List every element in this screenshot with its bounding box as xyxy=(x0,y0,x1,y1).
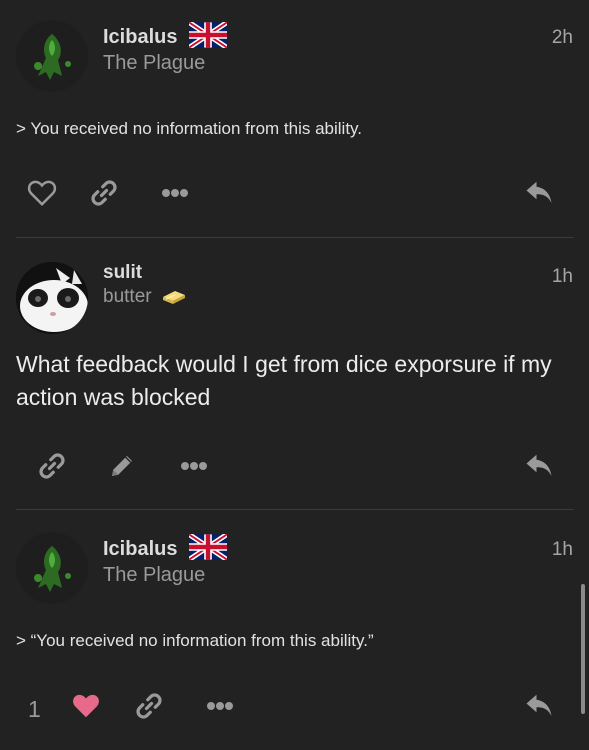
post-2: sulit butter 1h What feedback would I ge… xyxy=(0,238,589,510)
reply-button[interactable] xyxy=(517,684,561,728)
post-content: What feedback would I get from dice expo… xyxy=(16,351,552,410)
post-content: > “You received no information from this… xyxy=(16,631,374,650)
scrollbar[interactable] xyxy=(581,584,585,714)
heart-filled-icon xyxy=(73,694,99,718)
post-time[interactable]: 1h xyxy=(552,266,573,288)
more-options-button[interactable] xyxy=(198,684,242,728)
share-link-button[interactable] xyxy=(30,444,74,488)
more-dots-icon xyxy=(207,702,233,710)
reply-icon xyxy=(526,454,552,476)
user-title-text: butter xyxy=(103,286,152,307)
like-button[interactable] xyxy=(64,684,108,728)
share-link-button[interactable] xyxy=(82,171,126,215)
avatar[interactable] xyxy=(16,262,88,334)
username-text[interactable]: Icibalus xyxy=(103,538,177,560)
username-text[interactable]: Icibalus xyxy=(103,26,177,48)
like-button[interactable] xyxy=(20,171,64,215)
avatar[interactable] xyxy=(16,532,88,604)
reply-button[interactable] xyxy=(517,444,561,488)
butter-icon xyxy=(162,291,185,304)
user-title: butter xyxy=(103,286,187,308)
post-time[interactable]: 2h xyxy=(552,27,573,49)
uk-flag-icon xyxy=(189,534,228,560)
post-content: > You received no information from this … xyxy=(16,119,363,138)
username[interactable]: Icibalus xyxy=(103,22,228,49)
post-time[interactable]: 1h xyxy=(552,539,573,561)
pencil-icon xyxy=(112,456,132,476)
more-options-button[interactable] xyxy=(172,444,216,488)
more-dots-icon xyxy=(162,189,188,197)
user-title: The Plague xyxy=(103,52,206,74)
username[interactable]: sulit xyxy=(103,262,142,284)
reply-button[interactable] xyxy=(517,171,561,215)
link-icon xyxy=(91,180,117,206)
user-title: The Plague xyxy=(103,564,206,586)
link-icon xyxy=(39,453,65,479)
more-options-button[interactable] xyxy=(153,171,197,215)
username[interactable]: Icibalus xyxy=(103,534,228,561)
post-3: Icibalus The Plague 1h > “You received n… xyxy=(0,510,589,750)
heart-outline-icon xyxy=(27,180,57,207)
reply-icon xyxy=(526,694,552,716)
post-1: Icibalus The Plague 2h > You received no… xyxy=(0,0,589,238)
share-link-button[interactable] xyxy=(127,684,171,728)
link-icon xyxy=(136,693,162,719)
reply-icon xyxy=(526,181,552,203)
edit-button[interactable] xyxy=(100,444,144,488)
uk-flag-icon xyxy=(189,22,228,48)
more-dots-icon xyxy=(181,462,207,470)
avatar[interactable] xyxy=(16,20,88,92)
like-count[interactable]: 1 xyxy=(28,696,41,723)
